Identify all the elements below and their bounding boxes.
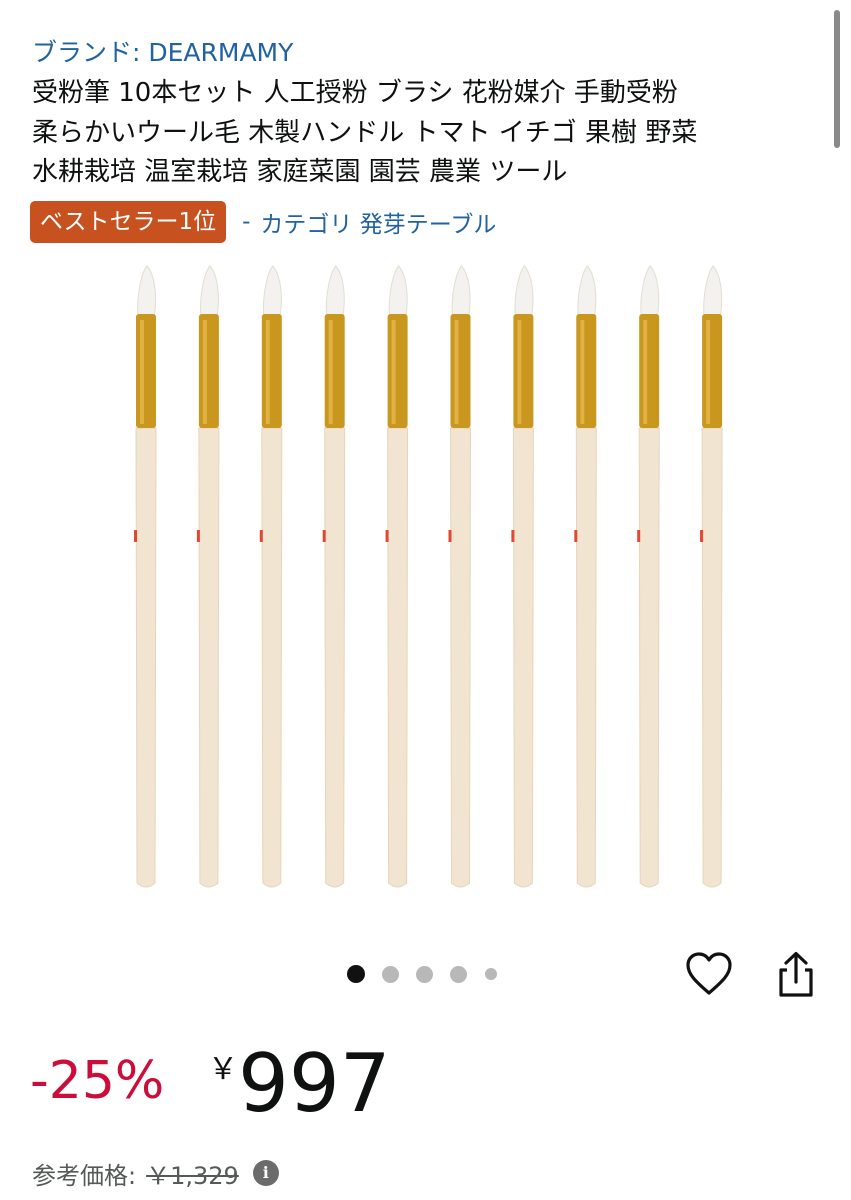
brush-ferrule [261, 314, 282, 428]
brush-bristles [451, 265, 471, 319]
brush-ferrule [513, 314, 534, 428]
brush-ferrule-highlight [517, 320, 522, 424]
brush-bristles [325, 265, 345, 319]
reference-price-label: 参考価格: [32, 1161, 137, 1190]
brush-ferrule-highlight [643, 320, 648, 424]
brush-mark [322, 530, 326, 542]
brush-handle [575, 427, 597, 888]
brush-mark [511, 530, 515, 542]
brand-link[interactable]: ブランド: DEARMAMY [32, 36, 293, 70]
brush-mark [196, 530, 200, 542]
discount-percent: -25% [30, 1051, 165, 1111]
brush-mark [448, 530, 452, 542]
brush-ferrule-highlight [391, 320, 396, 424]
brush-bristles [137, 265, 157, 319]
brush-handle [512, 427, 534, 888]
brush-handle [701, 427, 723, 888]
brush-mark [134, 530, 137, 542]
brush-ferrule-highlight [140, 320, 144, 424]
carousel-dot[interactable] [416, 965, 433, 983]
currency-symbol: ￥ [208, 1052, 238, 1087]
heart-icon[interactable] [685, 951, 733, 997]
brush-ferrule [702, 314, 723, 428]
brush-handle [198, 427, 220, 888]
share-icon[interactable] [773, 950, 819, 1000]
brush-ferrule-highlight [580, 320, 585, 424]
product-title: 受粉筆 10本セット 人工授粉 ブラシ 花粉媒介 手動受粉 柔らかいウール毛 木… [32, 74, 812, 193]
brush-ferrule [324, 314, 345, 428]
carousel-dot[interactable] [450, 965, 467, 983]
brush-bristles [200, 265, 219, 319]
share-icon-graphic [779, 951, 813, 997]
product-title-line: 水耕栽培 温室栽培 家庭菜園 園芸 農業 ツール [32, 157, 568, 187]
reference-price-row: 参考価格: ￥1,329 i [32, 1153, 279, 1193]
brush-bristles [262, 265, 282, 319]
price: 997 [238, 1037, 391, 1130]
brush-handle [449, 427, 472, 888]
brush-handle [324, 427, 346, 888]
brush-bristles [703, 265, 723, 319]
brush-mark [637, 530, 641, 542]
product-image-brushes [134, 265, 723, 888]
brush-ferrule-highlight [265, 320, 270, 424]
brush-ferrule [387, 314, 408, 428]
brush-bristles [388, 265, 408, 319]
brush-ferrule [450, 314, 471, 428]
product-title-line: 受粉筆 10本セット 人工授粉 ブラシ 花粉媒介 手動受粉 [32, 78, 678, 108]
brush-handle [135, 427, 157, 888]
brush-mark [385, 530, 389, 542]
brush-handle [261, 427, 283, 888]
carousel-dot-active[interactable] [347, 965, 365, 983]
brush-ferrule [198, 314, 219, 428]
bestseller-row: ベストセラー1位 - カテゴリ 発芽テーブル [30, 201, 496, 243]
brush-mark [259, 530, 263, 542]
brush-ferrule-highlight [328, 320, 333, 424]
bestseller-badge[interactable]: ベストセラー1位 [30, 201, 227, 243]
scrollbar[interactable] [834, 10, 840, 148]
brush-bristles [577, 265, 597, 319]
carousel-dot[interactable] [382, 965, 399, 983]
brush-ferrule-highlight [202, 320, 207, 424]
category-separator: - [242, 209, 251, 235]
brush-ferrule-highlight [454, 320, 459, 424]
heart-icon-graphic [686, 952, 732, 995]
brush-handle [387, 427, 409, 888]
product-title-line: 柔らかいウール毛 木製ハンドル トマト イチゴ 果樹 野菜 [32, 117, 698, 148]
brush-mark [700, 530, 704, 542]
image-carousel-dots[interactable] [347, 964, 497, 984]
brush-ferrule-highlight [706, 320, 711, 424]
category-link[interactable]: カテゴリ 発芽テーブル [260, 205, 496, 239]
brush-ferrule [639, 314, 660, 428]
carousel-dot[interactable] [485, 968, 497, 980]
brush-handle [638, 427, 660, 888]
brush-ferrule [576, 314, 597, 428]
brush-bristles [514, 265, 534, 319]
reference-price: ￥1,329 [146, 1161, 239, 1190]
product-image[interactable] [0, 258, 851, 898]
brush-bristles [640, 265, 660, 319]
brush-mark [574, 530, 578, 542]
brush-ferrule [136, 314, 156, 428]
info-icon[interactable]: i [252, 1160, 279, 1186]
